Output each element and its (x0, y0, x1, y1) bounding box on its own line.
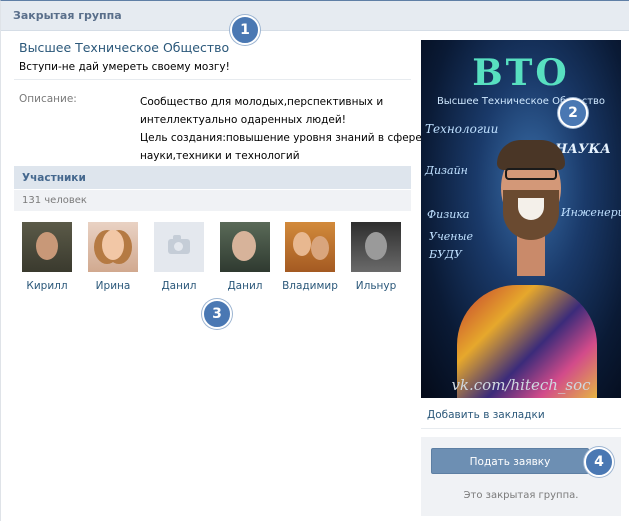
member-item[interactable]: Ирина (80, 222, 146, 292)
cover-word: БУДУ (429, 248, 462, 261)
description-label: Описание: (19, 93, 77, 105)
page-title: Закрытая группа (13, 9, 122, 22)
group-name: Высшее Техническое Общество (19, 40, 230, 55)
description-line: науки,техники и технологий (140, 150, 300, 162)
members-title[interactable]: Участники (22, 172, 86, 184)
callout-marker: 2 (558, 98, 588, 128)
avatar[interactable] (220, 222, 270, 272)
member-name[interactable]: Ирина (80, 280, 146, 292)
divider (421, 428, 621, 429)
avatar-photo (311, 236, 329, 260)
cover-logo: BTO (472, 52, 570, 94)
glasses (505, 168, 557, 180)
cover-subtitle: Высшее Техническое Общество (436, 96, 606, 107)
description-line: интеллектуально одаренных людей! (140, 114, 346, 126)
avatar[interactable] (22, 222, 72, 272)
member-name[interactable]: Кирилл (14, 280, 80, 292)
member-item[interactable]: Ильнур (343, 222, 409, 292)
description-line: Сообщество для молодых,перспективных и (140, 96, 384, 108)
cover-word: Ученые (429, 230, 474, 243)
member-name[interactable]: Данил (146, 280, 212, 292)
members-count-bar: 131 человек (14, 190, 411, 211)
cover-word: Инженерия (561, 206, 621, 219)
members-header[interactable]: Участники (14, 166, 411, 189)
person-hair (497, 140, 565, 170)
cover-word: Физика (427, 208, 470, 221)
divider (14, 79, 411, 80)
camera-icon (168, 235, 190, 254)
group-cover-image[interactable]: BTO Высшее Техническое Общество Технолог… (421, 40, 621, 398)
avatar[interactable] (154, 222, 204, 272)
member-name[interactable]: Данил (212, 280, 278, 292)
avatar[interactable] (88, 222, 138, 272)
member-item[interactable]: Данил (146, 222, 212, 292)
avatar-photo (102, 230, 124, 260)
members-count: 131 человек (22, 195, 87, 206)
cover-url: vk.com/hitech_soc (451, 376, 591, 394)
cover-word: Дизайн (425, 164, 468, 177)
avatar-photo (232, 231, 256, 261)
add-bookmark-link[interactable]: Добавить в закладки (427, 409, 545, 421)
cover-word: Технологии (425, 122, 499, 136)
member-item[interactable]: Данил (212, 222, 278, 292)
closed-group-note: Это закрытая группа. (463, 490, 579, 501)
avatar[interactable] (351, 222, 401, 272)
callout-marker: 3 (202, 299, 232, 329)
callout-marker: 1 (230, 15, 260, 45)
avatar[interactable] (285, 222, 335, 272)
member-name[interactable]: Ильнур (343, 280, 409, 292)
callout-marker: 4 (584, 447, 614, 477)
description-line: Цель создания:повышение уровня знаний в … (140, 132, 422, 144)
description-text: Сообщество для молодых,перспективных и и… (140, 93, 422, 165)
member-item[interactable]: Владимир (277, 222, 343, 292)
member-item[interactable]: Кирилл (14, 222, 80, 292)
apply-request-button[interactable]: Подать заявку (431, 448, 589, 474)
avatar-photo (36, 232, 58, 260)
person-neck (517, 236, 545, 276)
avatar-photo (293, 232, 311, 256)
member-name[interactable]: Владимир (277, 280, 343, 292)
top-bar: Закрытая группа (1, 1, 629, 31)
group-status: Вступи-не дай умереть своему мозгу! (19, 61, 230, 73)
avatar-photo (365, 232, 387, 260)
